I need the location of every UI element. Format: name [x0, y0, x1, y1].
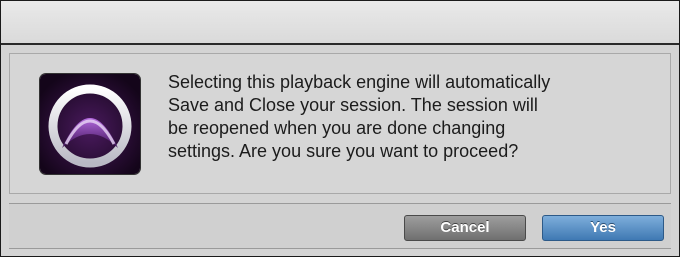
- dialog-content: Selecting this playback engine will auto…: [9, 53, 671, 194]
- dialog-message: Selecting this playback engine will auto…: [168, 72, 551, 161]
- yes-button[interactable]: Yes: [542, 215, 664, 241]
- dialog-titlebar: [1, 1, 679, 45]
- cancel-button[interactable]: Cancel: [404, 215, 526, 241]
- pro-tools-app-icon: [40, 74, 140, 174]
- confirmation-dialog: Selecting this playback engine will auto…: [0, 0, 680, 257]
- dialog-footer: Cancel Yes: [9, 203, 671, 249]
